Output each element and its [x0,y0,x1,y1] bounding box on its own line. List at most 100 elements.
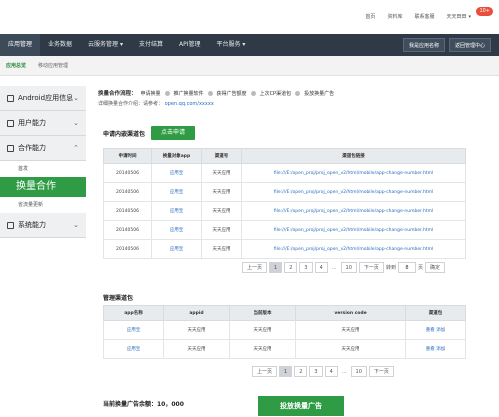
date-cell: 20140506 [103,220,152,240]
date-cell: 20140506 [103,163,152,183]
add-link[interactable]: 添加 [436,328,445,333]
package-link[interactable]: file:///E:/open_proj/proj_open_v2/html/m… [241,239,466,259]
page-ellipsis: ... [341,368,347,375]
app-link[interactable]: 应用宝 [151,220,202,240]
page-button[interactable]: 3 [299,262,313,273]
sidebar-sub-save-traffic[interactable]: 省流量更新 [0,197,86,213]
page-button[interactable]: 10 [350,366,367,377]
view-link[interactable]: 重看 [426,347,435,352]
channel-cell: 天天应用 [201,220,242,240]
app-link[interactable]: 应用宝 [151,163,202,183]
step-dot-icon [295,90,301,96]
channel-cell: 天天应用 [201,163,242,183]
page-button[interactable]: 4 [314,262,328,273]
page-unit: 页 [417,265,423,271]
flow-label: 换量合作流程： [98,91,137,97]
date-cell: 20140506 [103,201,152,221]
prev-page-button[interactable]: 上一页 [252,366,278,377]
appid-cell: 天天应用 [163,339,230,359]
user-menu[interactable]: 天天田田 ▾ [446,13,471,21]
next-page-button[interactable]: 下一页 [358,262,384,273]
chevron-down-icon: ⌄ [73,221,79,229]
doc-link[interactable]: open.qq.com/xxxxx [165,101,214,107]
flow-step: 申请换量 [140,90,161,97]
version-cell: 天天应用 [229,339,296,359]
app-link[interactable]: 应用宝 [151,201,202,221]
next-page-button[interactable]: 下一页 [368,366,394,377]
chevron-up-icon: ⌃ [73,144,79,152]
sidebar-sub-traffic-exchange[interactable]: 换量合作 [0,177,86,197]
page: 首页 资料库 联系客服 天天田田 ▾ 10+ 应用管理 业务数据 云服务管理 ▾… [0,0,499,417]
app-link[interactable]: 应用宝 [103,339,164,359]
package-link[interactable]: file:///E:/open_proj/proj_open_v2/html/m… [241,201,466,221]
view-link[interactable]: 重看 [426,328,435,333]
channel-cell: 天天应用 [201,201,242,221]
page-button[interactable]: 2 [284,262,298,273]
flow-steps: 换量合作流程： 申请换量 推广换量软件 获得广告额度 上次CP渠道包 投放换量广… [98,89,334,97]
app-link[interactable]: 应用宝 [151,239,202,259]
appid-cell: 天天应用 [163,320,230,340]
notification-badge[interactable]: 10+ [476,7,493,16]
tab-cloud-service[interactable]: 云服务管理 ▾ [80,34,131,56]
app-name-button[interactable]: 我是应用名称 [402,38,445,52]
sidebar-sub-first-release[interactable]: 首发 [0,161,86,177]
tab-payment[interactable]: 支付结算 [131,34,171,56]
nav-right: 我是应用名称 返回管理中心 [402,38,491,52]
package-link[interactable]: file:///E:/open_proj/proj_open_v2/html/m… [241,163,466,183]
page-input[interactable]: 8 [397,262,416,273]
package-link[interactable]: file:///E:/open_proj/proj_open_v2/html/m… [241,182,466,202]
sidebar-item-android-info[interactable]: Android应用信息 ⌄ [0,86,86,111]
page-button[interactable]: 4 [324,366,338,377]
prev-page-button[interactable]: 上一页 [242,262,268,273]
back-to-center-button[interactable]: 返回管理中心 [448,38,491,52]
launch-ad-button[interactable]: 投放换量广告 [258,396,344,416]
home-link[interactable]: 首页 [365,13,375,20]
page-button[interactable]: 1 [279,366,293,377]
column-header: appid [163,305,230,321]
pagination-2: 上一页 1 2 3 4 ... 10 下一页 [252,366,394,377]
doc-label: 详细换量合作介绍：请参考： [98,101,164,107]
column-header: 当前版本 [229,305,296,321]
support-link[interactable]: 联系客服 [414,13,434,20]
app-link[interactable]: 应用宝 [151,182,202,202]
confirm-button[interactable]: 确定 [424,262,445,273]
sidebar-item-cooperation[interactable]: 合作能力 ⌃ [0,136,86,161]
table-row: 20140506 应用宝 天天应用 file:///E:/open_proj/p… [103,163,466,183]
sidebar-item-user-ability[interactable]: 用户能力 ⌄ [0,111,86,136]
table-row: 20140506 应用宝 天天应用 file:///E:/open_proj/p… [103,220,466,240]
user-icon [7,119,14,127]
ad-balance: 当前换量广告余额：10，000 [103,401,184,408]
section-manage: 管理渠道包 [103,293,133,302]
page-ellipsis: ... [331,264,337,271]
tab-business-data[interactable]: 业务数据 [40,34,80,56]
doc-reference: 详细换量合作介绍：请参考： open.qq.com/xxxxx [98,100,214,107]
tab-app-management[interactable]: 应用管理 [0,34,41,56]
chevron-down-icon: ⌄ [73,94,79,102]
subtab-app-overview[interactable]: 应用总览 [6,62,26,69]
subtab-mobile-app[interactable]: 移动应用管理 [38,62,68,69]
column-header: app名称 [103,305,164,321]
page-button[interactable]: 3 [309,366,323,377]
docs-link[interactable]: 资料库 [387,13,402,20]
section-title: 管理渠道包 [103,295,134,302]
phone-icon [7,94,14,102]
table-row: 应用宝 天天应用 天天应用 天天应用 重看 添加 [103,339,466,359]
sidebar-item-system[interactable]: 系统能力 ⌄ [0,213,86,238]
app-link[interactable]: 应用宝 [103,320,164,340]
column-header: 渠道号 [201,148,242,164]
cooperation-icon [7,144,14,152]
page-button[interactable]: 1 [269,262,283,273]
page-button[interactable]: 10 [340,262,357,273]
step-dot-icon [250,90,256,96]
flow-step: 推广换量软件 [173,90,204,97]
apply-button[interactable]: 点击申请 [151,126,196,140]
tab-api[interactable]: API管理 [171,34,209,56]
flow-step: 投放换量广告 [304,90,335,97]
add-link[interactable]: 添加 [436,347,445,352]
actions-cell: 重看 添加 [405,320,466,340]
tab-platform-service[interactable]: 平台服务 ▾ [208,34,253,56]
table-row: 20140506 应用宝 天天应用 file:///E:/open_proj/p… [103,201,466,221]
package-link[interactable]: file:///E:/open_proj/proj_open_v2/html/m… [241,220,466,240]
channel-package-table: 申请时间 换量对象app 渠道号 渠道包链接 20140506 应用宝 天天应用… [103,148,466,259]
page-button[interactable]: 2 [294,366,308,377]
